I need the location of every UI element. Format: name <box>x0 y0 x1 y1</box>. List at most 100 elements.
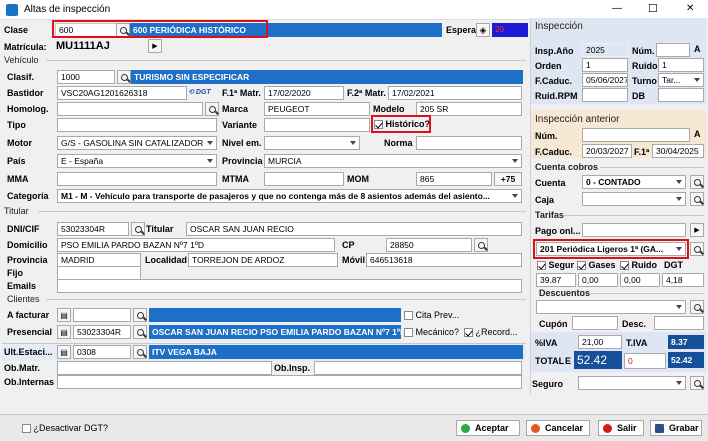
nivel-select[interactable] <box>264 136 360 150</box>
pago-input[interactable] <box>582 223 686 237</box>
segur-checkbox[interactable]: Segur <box>537 259 574 271</box>
descuentos-search-button[interactable] <box>690 300 704 314</box>
variante-input[interactable] <box>264 118 370 132</box>
norma-input[interactable] <box>416 136 522 150</box>
afacturar-search-button[interactable] <box>133 308 147 322</box>
marca-input[interactable]: PEUGEOT <box>264 102 370 116</box>
fcaduc-input[interactable]: 05/06/2027 <box>582 73 628 87</box>
categoria-select[interactable]: M1 - M - Vehículo para transporte de pas… <box>57 189 522 203</box>
historico-highlight <box>371 115 431 133</box>
movil-input[interactable]: 646513618 <box>366 253 522 267</box>
turno-select[interactable]: Tar... <box>658 73 704 87</box>
afacturar-input[interactable] <box>73 308 131 322</box>
domicilio-input[interactable]: PSO EMILIA PARDO BAZAN Nº7 1ºD <box>57 238 335 252</box>
provincia-select[interactable]: MURCIA <box>264 154 522 168</box>
plus75-button[interactable]: +75 <box>494 172 522 186</box>
desactivar-dgt-checkbox[interactable]: ¿Desactivar DGT? <box>22 422 108 434</box>
tarifa-dgt-value[interactable]: 4,18 <box>662 273 704 287</box>
maximize-button[interactable]: ☐ <box>648 2 658 15</box>
afacturar-label: A facturar <box>7 310 50 320</box>
estacion-card-button[interactable]: ▤ <box>57 345 71 359</box>
clasif-code-input[interactable]: 1000 <box>57 70 115 84</box>
obmatr-input[interactable] <box>57 361 272 375</box>
clase-highlight <box>52 20 268 38</box>
cuenta-select[interactable]: 0 - CONTADO <box>582 175 686 189</box>
dni-search-button[interactable] <box>131 222 145 236</box>
anterior-num-input[interactable] <box>582 128 690 142</box>
estacion-search-button[interactable] <box>133 345 147 359</box>
total-zero[interactable]: 0 <box>624 353 666 369</box>
f2matr-input[interactable]: 17/02/2021 <box>388 86 522 100</box>
pago-button[interactable]: ▶ <box>690 223 704 237</box>
card-icon: ▤ <box>60 310 68 320</box>
card-icon: ▤ <box>60 327 68 337</box>
titular-provincia-input[interactable]: MADRID <box>57 253 141 267</box>
desc-input[interactable] <box>654 316 704 330</box>
presencial-dni-input[interactable]: 53023304R <box>73 325 131 339</box>
tarifa-segur-value[interactable]: 39.87 <box>536 273 576 287</box>
anterior-fcaduc-input[interactable]: 20/03/2027 <box>582 144 632 158</box>
cita-previa-checkbox[interactable]: Cita Prev... <box>404 309 459 321</box>
close-button[interactable]: ✕ <box>686 3 694 14</box>
cuenta-search-button[interactable] <box>690 175 704 189</box>
aceptar-button[interactable]: Aceptar <box>456 420 520 436</box>
tipo-input[interactable] <box>57 118 217 132</box>
record-checkbox[interactable]: ¿Record... <box>464 326 518 338</box>
gases-checkbox[interactable]: Gases <box>577 259 616 271</box>
iva-input[interactable]: 21,00 <box>578 335 622 349</box>
obinsp-input[interactable] <box>314 361 522 375</box>
emails-input[interactable] <box>57 279 522 293</box>
ruido-input[interactable]: 1 <box>658 58 704 72</box>
modelo-input[interactable]: 205 SR <box>416 102 522 116</box>
cp-search-button[interactable] <box>474 238 488 252</box>
seguro-search-button[interactable] <box>690 376 704 390</box>
afacturar-card-button[interactable]: ▤ <box>57 308 71 322</box>
anterior-f1-input[interactable]: 30/04/2025 <box>652 144 704 158</box>
estacion-code-input[interactable]: 0308 <box>73 345 131 359</box>
seguro-select[interactable] <box>578 376 686 390</box>
matricula-next-button[interactable]: ▶ <box>148 39 162 53</box>
motor-select[interactable]: G/S - GASOLINA SIN CATALIZADOR <box>57 136 217 150</box>
minimize-button[interactable]: — <box>612 3 622 14</box>
insp-num-input[interactable] <box>656 43 690 57</box>
titular-input[interactable]: OSCAR SAN JUAN RECIO <box>186 222 522 236</box>
descuentos-select[interactable] <box>536 300 686 314</box>
obinternas-input[interactable] <box>57 375 522 389</box>
presencial-search-button[interactable] <box>133 325 147 339</box>
orden-input[interactable]: 1 <box>582 58 628 72</box>
ruido-checkbox[interactable]: Ruido <box>620 259 657 271</box>
mecanico-checkbox[interactable]: Mecánico? <box>404 326 459 338</box>
db-input[interactable] <box>658 88 704 102</box>
dgt-button[interactable]: ⟲ DGT <box>188 86 218 100</box>
fijo-input[interactable] <box>57 266 141 280</box>
pais-select[interactable]: E - España <box>57 154 217 168</box>
espera-button[interactable]: ◈ <box>476 23 490 37</box>
localidad-label: Localidad <box>145 255 188 265</box>
mtma-input[interactable] <box>264 172 344 186</box>
cupon-input[interactable] <box>572 316 618 330</box>
matricula-value[interactable]: MU1111AJ <box>56 38 110 54</box>
clasif-search-button[interactable] <box>117 70 131 84</box>
tarifa-ruido-value[interactable]: 0,00 <box>620 273 660 287</box>
cp-input[interactable]: 28850 <box>386 238 472 252</box>
caja-search-button[interactable] <box>690 192 704 206</box>
grabar-button[interactable]: Grabar <box>650 420 702 436</box>
localidad-input[interactable]: TORREJON DE ARDOZ <box>188 253 338 267</box>
dni-input[interactable]: 53023304R <box>57 222 129 236</box>
cancelar-button[interactable]: Cancelar <box>526 420 590 436</box>
insp-anio-input[interactable]: 2025 <box>582 43 628 57</box>
tarifa-gases-value[interactable]: 0,00 <box>578 273 618 287</box>
presencial-card-button[interactable]: ▤ <box>57 325 71 339</box>
f1matr-input[interactable]: 17/02/2020 <box>264 86 344 100</box>
salir-button[interactable]: Salir <box>598 420 644 436</box>
mma-input[interactable] <box>57 172 217 186</box>
homolog-search-button[interactable] <box>205 102 219 116</box>
caja-select[interactable] <box>582 192 686 206</box>
bastidor-input[interactable]: VSC20AG1201626318 <box>57 86 187 100</box>
rpm-input[interactable] <box>582 88 628 102</box>
dgt-icon: ⟲ <box>188 89 194 96</box>
tarifa-search-button[interactable] <box>690 242 704 256</box>
homolog-input[interactable] <box>57 102 203 116</box>
desc-label: Desc. <box>622 319 647 329</box>
mom-input[interactable]: 865 <box>416 172 492 186</box>
